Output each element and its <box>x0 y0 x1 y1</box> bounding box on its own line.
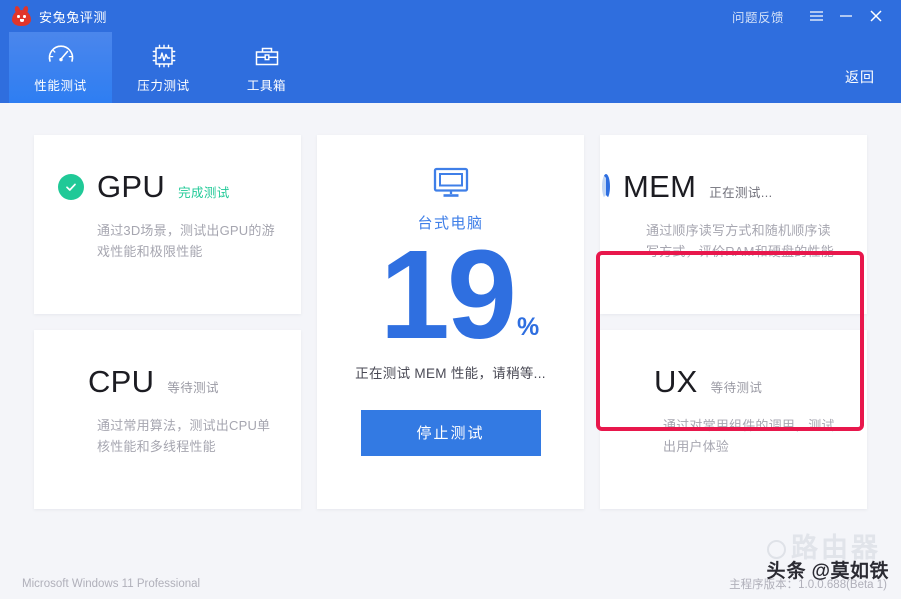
test-card-ux-title: UX <box>654 364 698 399</box>
progress-panel: 台式电脑 19 % 正在测试 MEM 性能，请稍等... 停止测试 <box>317 135 584 509</box>
hamburger-menu-icon[interactable] <box>801 3 831 29</box>
feedback-link[interactable]: 问题反馈 <box>732 7 784 26</box>
desktop-monitor-icon <box>431 166 471 205</box>
main-nav: 性能测试 压力测试 工具箱 返回 <box>0 32 901 103</box>
tab-toolbox[interactable]: 工具箱 <box>215 32 318 103</box>
progress-percent-value: 19 <box>379 224 517 365</box>
app-brand: 安兔兔评测 <box>12 4 108 26</box>
tab-toolbox-label: 工具箱 <box>246 78 287 93</box>
progress-status-message: 正在测试 MEM 性能，请稍等... <box>355 365 546 381</box>
test-card-ux-status: 等待测试 <box>710 381 763 395</box>
blue-square-dot-icon <box>624 373 641 391</box>
test-card-gpu-header: GPU 完成测试 <box>58 171 275 202</box>
minimize-icon[interactable] <box>831 3 861 29</box>
test-card-gpu-status: 完成测试 <box>178 186 230 200</box>
right-test-column: MEM 正在测试... 通过顺序读写方式和随机顺序读写方式，评价RAM和硬盘的性… <box>600 135 867 569</box>
tab-stress-test[interactable]: 压力测试 <box>112 32 215 103</box>
os-name-label: Microsoft Windows 11 Professional <box>22 578 201 590</box>
speedometer-icon <box>46 42 76 70</box>
stop-test-button[interactable]: 停止测试 <box>360 409 541 456</box>
window-controls: 问题反馈 <box>732 3 891 29</box>
toolbox-icon <box>252 42 282 70</box>
test-card-cpu-header: CPU 等待测试 <box>58 366 275 397</box>
test-card-cpu-status: 等待测试 <box>167 381 219 395</box>
progress-percent-symbol: % <box>516 312 540 341</box>
test-card-gpu-title: GPU <box>97 169 166 204</box>
blue-square-dot-icon <box>58 373 75 391</box>
test-card-mem-status: 正在测试... <box>709 186 773 200</box>
left-test-column: GPU 完成测试 通过3D场景，测试出GPU的游戏性能和极限性能 CPU 等待测… <box>34 135 301 569</box>
test-card-mem-header: MEM 正在测试... <box>602 171 841 202</box>
test-card-gpu-description: 通过3D场景，测试出GPU的游戏性能和极限性能 <box>97 223 275 260</box>
back-button[interactable]: 返回 <box>845 67 875 87</box>
progress-percentage: 19 % <box>379 224 540 365</box>
cpu-chip-waveform-icon <box>149 42 179 70</box>
tab-performance-test-label: 性能测试 <box>34 78 87 93</box>
test-card-ux-description: 通过对常用组件的调用，测试出用户体验 <box>663 418 835 455</box>
test-card-cpu-title: CPU <box>88 364 155 399</box>
test-card-ux-header: UX 等待测试 <box>624 366 841 397</box>
green-check-circle-icon <box>58 173 84 200</box>
test-card-cpu-description: 通过常用算法，测试出CPU单核性能和多线程性能 <box>97 418 271 455</box>
app-version-label: 主程序版本：1.0.0.688(Beta 1) <box>729 579 887 591</box>
status-bar: Microsoft Windows 11 Professional 主程序版本：… <box>0 569 901 599</box>
test-card-gpu[interactable]: GPU 完成测试 通过3D场景，测试出GPU的游戏性能和极限性能 <box>34 135 301 314</box>
loading-spinner-icon <box>602 173 610 199</box>
tab-performance-test[interactable]: 性能测试 <box>9 32 112 103</box>
test-card-mem-description: 通过顺序读写方式和随机顺序读写方式，评价RAM和硬盘的性能 <box>646 223 834 260</box>
app-title: 安兔兔评测 <box>39 9 108 25</box>
center-progress-column: 台式电脑 19 % 正在测试 MEM 性能，请稍等... 停止测试 <box>317 135 584 569</box>
antutu-rabbit-logo-icon <box>12 4 31 26</box>
close-icon[interactable] <box>861 3 891 29</box>
test-card-mem[interactable]: MEM 正在测试... 通过顺序读写方式和随机顺序读写方式，评价RAM和硬盘的性… <box>600 135 867 314</box>
title-bar: 安兔兔评测 问题反馈 <box>0 0 901 32</box>
app-header: 安兔兔评测 问题反馈 性能测试 压力测试 工具箱 返回 <box>0 0 901 103</box>
test-card-cpu[interactable]: CPU 等待测试 通过常用算法，测试出CPU单核性能和多线程性能 <box>34 330 301 509</box>
main-content: GPU 完成测试 通过3D场景，测试出GPU的游戏性能和极限性能 CPU 等待测… <box>0 103 901 569</box>
tab-stress-test-label: 压力测试 <box>137 78 190 93</box>
test-card-ux[interactable]: UX 等待测试 通过对常用组件的调用，测试出用户体验 <box>600 330 867 509</box>
antutu-benchmark-window: 安兔兔评测 问题反馈 性能测试 压力测试 工具箱 返回 GPU 完成测试 通过3… <box>0 0 901 599</box>
test-card-mem-title: MEM <box>623 169 697 204</box>
